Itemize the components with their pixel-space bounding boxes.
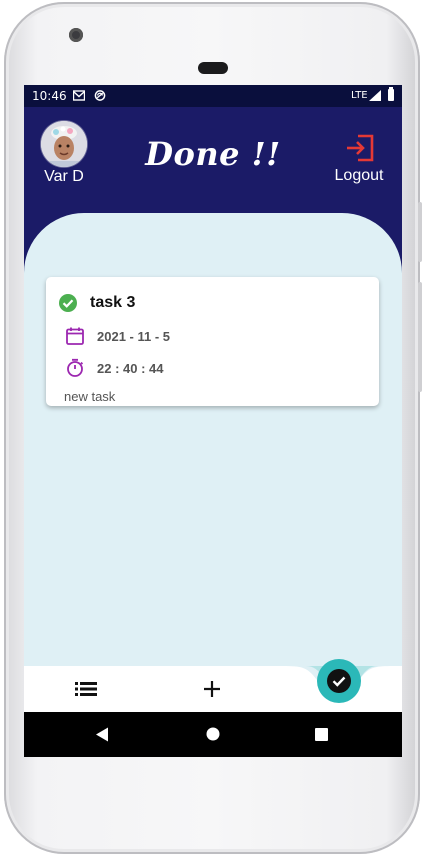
list-icon xyxy=(75,682,97,696)
task-description: new task xyxy=(64,389,116,404)
logout-icon[interactable] xyxy=(344,132,376,164)
check-circle-icon xyxy=(327,669,351,693)
nav-task-list[interactable] xyxy=(68,674,104,704)
nav-completed-tasks[interactable] xyxy=(317,659,361,703)
battery-icon xyxy=(388,87,394,101)
status-time: 10:46 xyxy=(32,89,67,103)
nav-add-task[interactable] xyxy=(196,674,228,704)
stopwatch-icon xyxy=(67,358,84,377)
check-circle-icon xyxy=(59,294,77,312)
signal-icon xyxy=(369,90,381,101)
front-camera xyxy=(69,28,83,42)
home-icon[interactable] xyxy=(206,727,220,741)
recents-icon[interactable] xyxy=(315,728,328,741)
status-bar: 10:46 LTE xyxy=(24,85,402,107)
system-navigation-bar xyxy=(24,712,402,757)
volume-button xyxy=(418,282,422,392)
task-date: 2021 - 11 - 5 xyxy=(97,328,170,344)
task-card[interactable]: task 3 2021 - 11 - 5 22 : 40 : 44 new ta… xyxy=(46,277,379,406)
calendar-icon xyxy=(66,327,84,345)
gmail-icon xyxy=(73,90,85,101)
back-icon[interactable] xyxy=(95,727,109,742)
plus-icon xyxy=(204,681,220,697)
earpiece-speaker xyxy=(198,62,228,74)
logout-button[interactable]: Logout xyxy=(324,167,394,185)
power-button xyxy=(418,202,422,262)
task-title: task 3 xyxy=(90,294,136,311)
network-type: LTE xyxy=(351,90,368,101)
sync-icon xyxy=(94,90,106,101)
app-screen: 10:46 LTE Var D Done !! Logout task 3 20… xyxy=(24,85,402,757)
task-time: 22 : 40 : 44 xyxy=(97,360,164,376)
